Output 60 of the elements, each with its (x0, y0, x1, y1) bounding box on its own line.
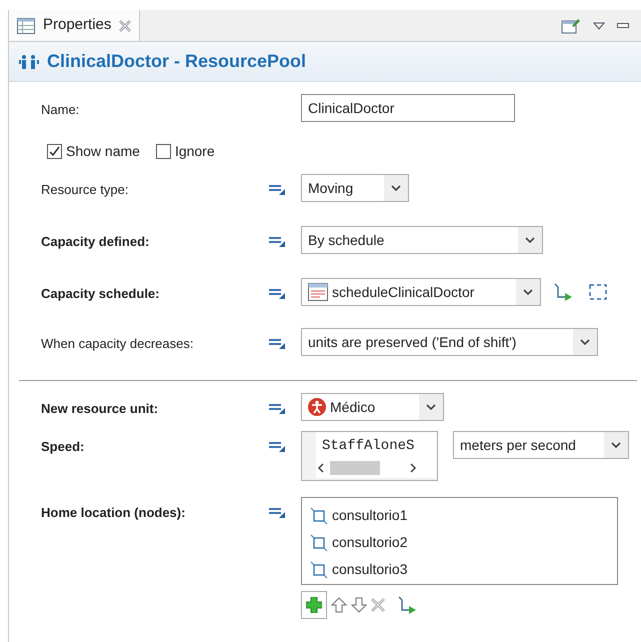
dropdown[interactable]: scheduleClinicalDoctor (301, 278, 541, 306)
plus-icon (306, 597, 322, 613)
dropdown[interactable]: units are preserved ('End of shift') (301, 328, 598, 356)
dropdown[interactable]: Médico (301, 393, 444, 421)
selection-icon[interactable] (589, 284, 607, 300)
checkbox[interactable]: Ignore (156, 140, 215, 162)
node-icon (310, 534, 328, 552)
name-field[interactable]: ClinicalDoctor (301, 94, 515, 122)
pin-icon[interactable] (561, 16, 581, 34)
chevron-right-icon[interactable] (408, 463, 418, 473)
list-item[interactable]: consultorio3 (310, 556, 617, 583)
field-label: Home location (nodes): (41, 504, 186, 522)
chevron-left-icon[interactable] (316, 463, 326, 473)
field-label: Capacity defined: (41, 233, 150, 251)
remove-icon[interactable] (371, 598, 385, 612)
static-value-icon[interactable] (269, 506, 285, 518)
node-icon (310, 560, 328, 578)
chevron-down-icon (391, 184, 401, 192)
static-value-icon[interactable] (269, 402, 285, 414)
field-label: Name: (41, 101, 80, 119)
chevron-down-icon (426, 404, 436, 410)
list-item[interactable]: consultorio1 (310, 502, 617, 529)
code-field[interactable]: StaffAloneS (301, 431, 438, 481)
dropdown-icon[interactable] (593, 22, 605, 30)
minimize-icon[interactable] (617, 22, 629, 28)
chevron-down-icon (611, 442, 621, 448)
chevron-down-icon (525, 236, 535, 244)
static-value-icon[interactable] (269, 287, 285, 299)
field-label: New resource unit: (41, 400, 160, 418)
dropdown[interactable]: By schedule (301, 226, 543, 254)
checkmark-icon (48, 144, 61, 158)
node-list[interactable]: consultorio1 consultorio2 consultorio3 (301, 497, 618, 585)
add-button[interactable] (301, 591, 327, 619)
static-value-icon[interactable] (269, 440, 285, 452)
field-label: Speed: (41, 438, 86, 456)
unit-dropdown[interactable]: meters per second (453, 431, 629, 459)
field-label: Resource type: (41, 181, 130, 199)
panel-title: ClinicalDoctor - ResourcePool (47, 50, 306, 73)
field-label: When capacity decreases: (41, 335, 194, 353)
horizontal-scrollbar[interactable] (316, 458, 437, 478)
resource-pool-icon (19, 54, 39, 68)
close-icon[interactable] (119, 20, 132, 32)
list-item[interactable]: consultorio2 (310, 529, 617, 556)
node-icon (310, 506, 328, 524)
move-down-icon[interactable] (351, 597, 367, 613)
table-icon (17, 18, 35, 34)
static-value-icon[interactable] (269, 183, 285, 195)
properties-tab[interactable]: Properties (9, 10, 140, 41)
chevron-down-icon (580, 338, 590, 346)
static-value-icon[interactable] (269, 337, 285, 349)
chevron-down-icon (523, 288, 533, 296)
static-value-icon[interactable] (269, 235, 285, 247)
checkbox[interactable]: Show name (47, 140, 140, 162)
move-up-icon[interactable] (331, 597, 347, 613)
calendar-icon (308, 283, 328, 301)
person-icon (308, 398, 326, 416)
node-select-icon[interactable] (397, 596, 417, 614)
node-select-icon[interactable] (553, 283, 573, 301)
field-label: Capacity schedule: (41, 285, 160, 303)
dropdown[interactable]: Moving (301, 174, 409, 202)
